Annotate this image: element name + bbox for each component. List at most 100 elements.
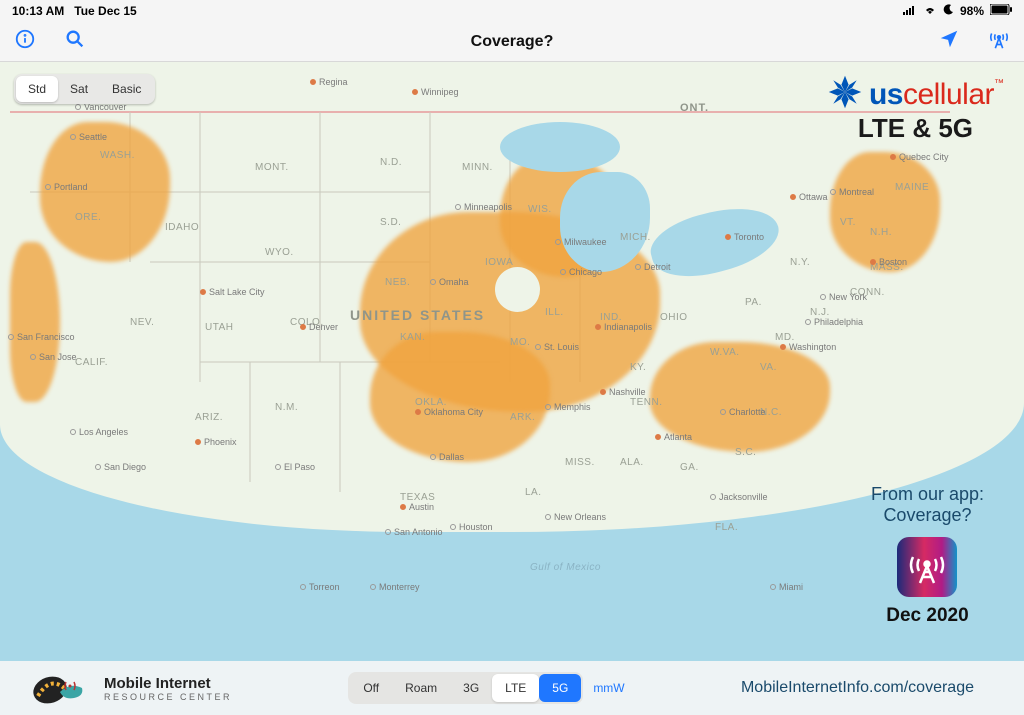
city-label: Torreon (300, 582, 340, 592)
state-label: KY. (630, 362, 646, 373)
battery-percent: 98% (960, 4, 984, 18)
coverage-roam[interactable]: Roam (392, 674, 450, 702)
coverage-area (40, 122, 170, 262)
state-label: W.VA. (710, 347, 740, 358)
city-label: Phoenix (195, 437, 237, 447)
state-label: WASH. (100, 150, 135, 161)
map-type-basic[interactable]: Basic (100, 76, 153, 102)
battery-icon (990, 4, 1012, 18)
state-label: MO. (510, 337, 530, 348)
state-label: N.M. (275, 402, 298, 413)
city-label: San Jose (30, 352, 77, 362)
search-icon[interactable] (64, 28, 86, 55)
state-label: N.Y. (790, 257, 810, 268)
location-arrow-icon[interactable] (938, 28, 960, 55)
info-icon[interactable] (14, 28, 36, 55)
coverage-mmw[interactable]: mmW (593, 681, 624, 695)
status-date: Tue Dec 15 (74, 4, 136, 18)
city-label: Chicago (560, 267, 602, 277)
brand-us: us (869, 78, 903, 111)
city-label: Regina (310, 77, 348, 87)
app-promo: From our app: Coverage? Dec 2020 (871, 484, 984, 627)
city-label: Omaha (430, 277, 469, 287)
state-label: S.C. (735, 447, 756, 458)
city-label: Atlanta (655, 432, 692, 442)
state-label: VA. (760, 362, 777, 373)
lake-superior (500, 122, 620, 172)
country-label: UNITED STATES (350, 307, 485, 323)
city-label: Portland (45, 182, 88, 192)
mirc-title: Mobile Internet (104, 675, 232, 692)
city-label: Boston (870, 257, 907, 267)
brand-subtitle: LTE & 5G (827, 113, 1004, 144)
city-label: Miami (770, 582, 803, 592)
coverage-off[interactable]: Off (350, 674, 392, 702)
state-label: KAN. (400, 332, 425, 343)
city-label: Seattle (70, 132, 107, 142)
state-label: UTAH (205, 322, 233, 333)
state-label: S.D. (380, 217, 401, 228)
state-label: MICH. (620, 232, 651, 243)
city-label: Nashville (600, 387, 646, 397)
state-label: ORE. (75, 212, 101, 223)
state-label: LA. (525, 487, 542, 498)
state-label: WIS. (528, 204, 552, 215)
city-label: Montreal (830, 187, 874, 197)
map-type-segmented[interactable]: Std Sat Basic (14, 74, 155, 104)
city-label: Milwaukee (555, 237, 607, 247)
state-label: NEB. (385, 277, 410, 288)
app-nav-bar: Coverage? (0, 22, 1024, 62)
city-label: San Antonio (385, 527, 443, 537)
state-label: MAINE (895, 182, 929, 193)
coverage-type-segmented[interactable]: Off Roam 3G LTE 5G (348, 672, 583, 704)
carrier-brand-overlay: uscellular™ LTE & 5G (827, 74, 1004, 144)
city-label: St. Louis (535, 342, 579, 352)
state-label: N.H. (870, 227, 892, 238)
promo-date: Dec 2020 (871, 605, 984, 627)
status-right-icons: 98% (903, 4, 1012, 18)
city-label: Los Angeles (70, 427, 128, 437)
coverage-5g[interactable]: 5G (539, 674, 581, 702)
city-label: Oklahoma City (415, 407, 483, 417)
map-type-sat[interactable]: Sat (58, 76, 100, 102)
coverage-area (830, 152, 940, 272)
tower-icon[interactable] (988, 28, 1010, 55)
state-label: N.D. (380, 157, 402, 168)
state-label: GA. (680, 462, 699, 473)
mirc-subtitle: RESOURCE CENTER (104, 692, 232, 702)
brand-cellular: cellular (903, 78, 994, 111)
state-label: IOWA (485, 257, 513, 268)
map-type-std[interactable]: Std (16, 76, 58, 102)
state-label: ILL. (545, 307, 564, 318)
dnd-moon-icon (943, 4, 954, 18)
state-label: NEV. (130, 317, 154, 328)
city-label: Houston (450, 522, 493, 532)
promo-line2: Coverage? (871, 505, 984, 527)
city-label: Toronto (725, 232, 764, 242)
state-label: VT. (840, 217, 856, 228)
state-label: PA. (745, 297, 762, 308)
city-label: Detroit (635, 262, 671, 272)
city-label: Indianapolis (595, 322, 652, 332)
gulf-label: Gulf of Mexico (530, 562, 601, 573)
state-label: CALIF. (75, 357, 108, 368)
coverage-lte[interactable]: LTE (492, 674, 539, 702)
state-label: TENN. (630, 397, 663, 408)
state-label: ARK. (510, 412, 535, 423)
state-label: MISS. (565, 457, 595, 468)
city-label: Ottawa (790, 192, 828, 202)
state-label: MONT. (255, 162, 289, 173)
city-label: San Francisco (8, 332, 75, 342)
city-label: Washington (780, 342, 836, 352)
wifi-icon (923, 4, 937, 18)
coverage-3g[interactable]: 3G (450, 674, 492, 702)
coverage-area (10, 242, 60, 402)
bottom-bar: Mobile Internet RESOURCE CENTER Off Roam… (0, 661, 1024, 715)
coverage-map[interactable]: UNITED STATES ONT. Gulf of Mexico WASH.O… (0, 62, 1024, 661)
page-title: Coverage? (471, 33, 554, 51)
status-time: 10:13 AM (12, 4, 64, 18)
city-label: Jacksonville (710, 492, 768, 502)
city-label: New Orleans (545, 512, 606, 522)
state-label: IDAHO (165, 222, 199, 233)
city-label: El Paso (275, 462, 315, 472)
